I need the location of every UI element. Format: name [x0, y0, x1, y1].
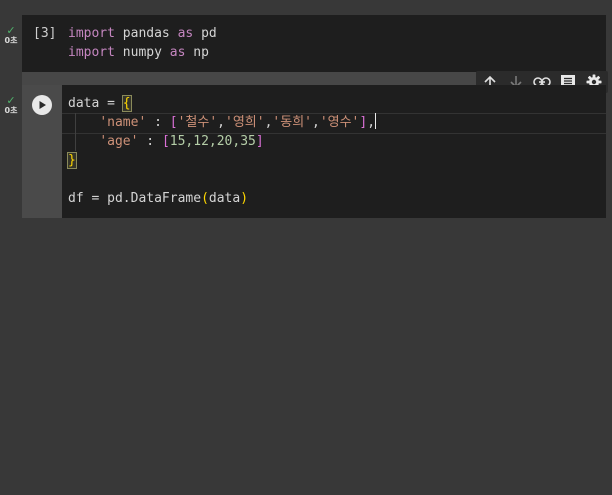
check-icon: ✓	[6, 24, 16, 37]
check-icon: ✓	[6, 94, 16, 107]
cell1-status: ✓ 0초	[0, 25, 22, 46]
code-line: 'age' : [15,12,20,35]	[99, 134, 264, 149]
cell1-exec-time: 0초	[4, 36, 18, 45]
run-gutter	[22, 85, 62, 218]
code-line: import pandas as pd	[68, 26, 217, 41]
code-editor[interactable]: import pandas as pd import numpy as np	[68, 24, 217, 62]
code-line: df = pd.DataFrame(data)	[68, 191, 249, 206]
code-cell-1[interactable]: [3] import pandas as pd import numpy as n…	[22, 15, 606, 72]
cell2-exec-time: 0초	[4, 106, 18, 115]
execution-count: [3]	[33, 26, 57, 41]
code-line: data = {	[68, 95, 132, 112]
code-line: }	[67, 152, 77, 169]
cell2-status: ✓ 0초	[0, 95, 22, 116]
code-editor[interactable]: data = { 'name' : ['철수','영희','동희','영수'],…	[67, 94, 377, 208]
code-cell-2[interactable]: data = { 'name' : ['철수','영희','동희','영수'],…	[22, 85, 606, 218]
code-line: 'name' : ['철수','영희','동희','영수'],	[99, 113, 377, 130]
code-line: import numpy as np	[68, 45, 209, 60]
play-icon	[39, 101, 46, 109]
text-cursor	[375, 113, 377, 129]
run-cell-button[interactable]	[32, 95, 52, 115]
notebook-page: ✓ 0초 [3] import pandas as pd import numpy…	[0, 0, 612, 495]
